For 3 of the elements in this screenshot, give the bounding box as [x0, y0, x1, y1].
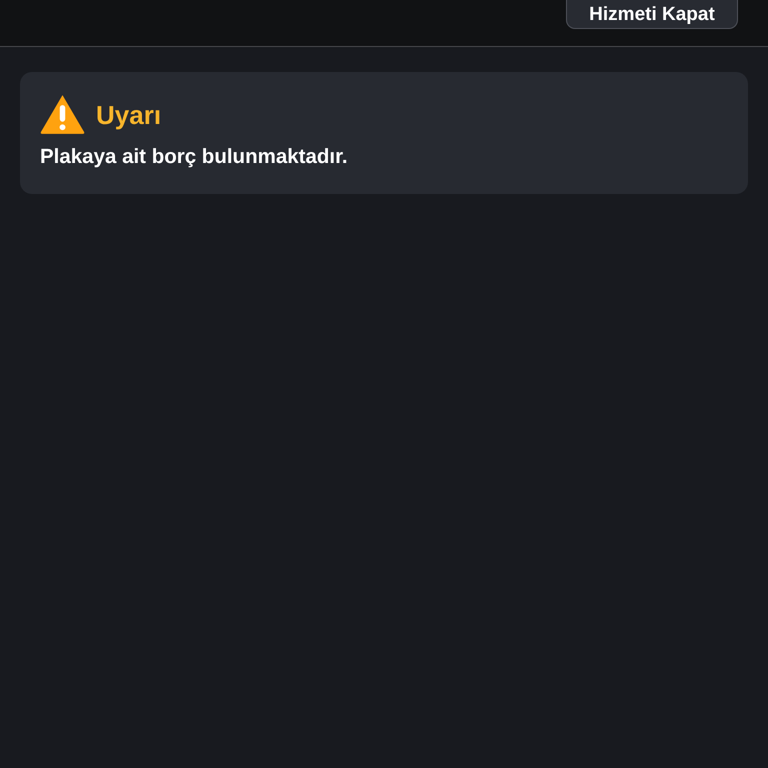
close-service-button[interactable]: Hizmeti Kapat: [566, 0, 738, 29]
alert-title: Uyarı: [96, 98, 162, 130]
alert-message: Plakaya ait borç bulunmaktadır.: [40, 144, 349, 170]
